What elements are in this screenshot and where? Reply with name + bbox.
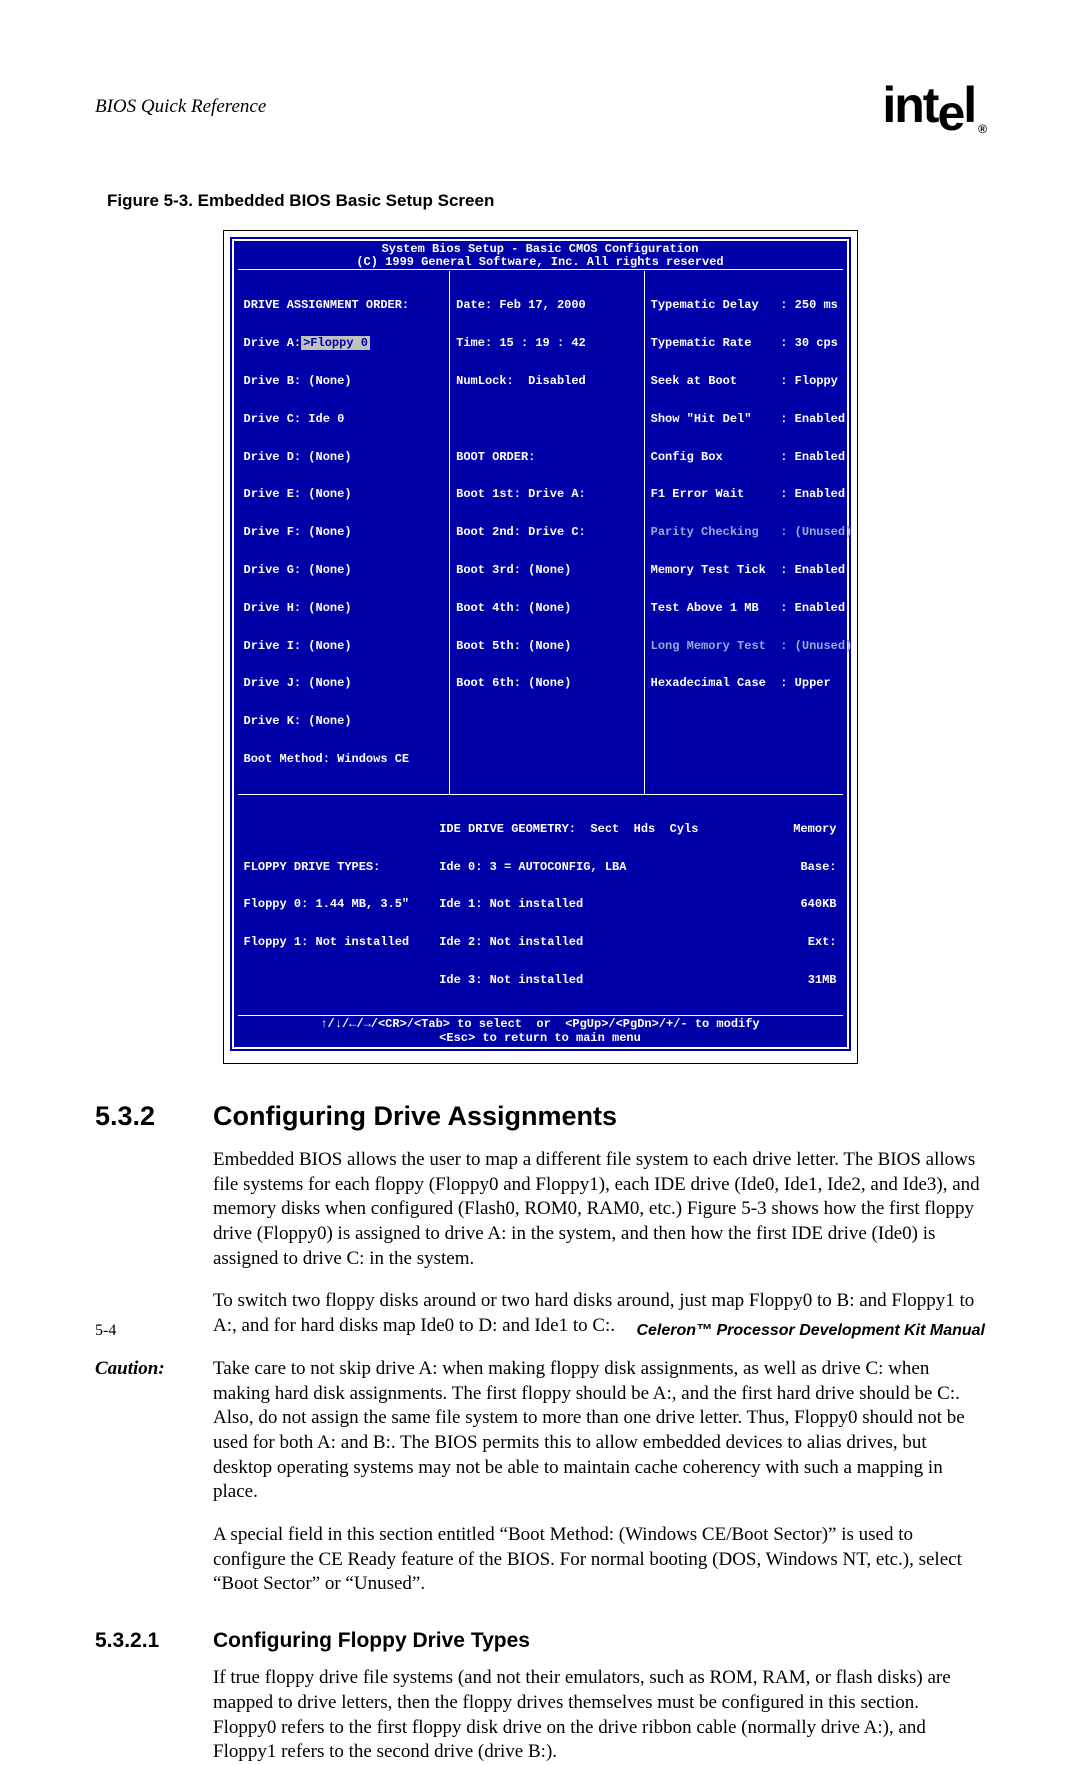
memory-summary: Memory Base: 640KB Ext: 31MB — [698, 798, 836, 1012]
typematic-delay[interactable]: Typematic Delay : 250 ms — [651, 299, 853, 312]
boot-3rd[interactable]: Boot 3rd: (None) — [456, 564, 638, 577]
bios-col-date-boot: Date: Feb 17, 2000 Time: 15 : 19 : 42 Nu… — [449, 271, 644, 793]
section-heading: 5.3.2Configuring Drive Assignments — [95, 1099, 985, 1134]
drive-f[interactable]: Drive F: (None) — [244, 526, 444, 539]
bios-help-line-2: <Esc> to return to main menu — [238, 1032, 843, 1045]
memory-base-value: 640KB — [698, 898, 836, 911]
subsection-title: Configuring Floppy Drive Types — [213, 1629, 530, 1652]
boot-6th[interactable]: Boot 6th: (None) — [456, 677, 638, 690]
subsection-number: 5.3.2.1 — [95, 1627, 213, 1654]
drive-order-heading: DRIVE ASSIGNMENT ORDER: — [244, 299, 444, 312]
drive-j[interactable]: Drive J: (None) — [244, 677, 444, 690]
subsection-para-1: If true floppy drive file systems (and n… — [213, 1666, 985, 1765]
drive-k[interactable]: Drive K: (None) — [244, 715, 444, 728]
memory-ext-label: Ext: — [698, 936, 836, 949]
bios-col-drives: DRIVE ASSIGNMENT ORDER: Drive A:>Floppy … — [238, 271, 450, 793]
bios-figure-frame: System Bios Setup - Basic CMOS Configura… — [223, 230, 858, 1064]
running-header: BIOS Quick Reference intel® — [95, 80, 985, 135]
bios-bottom-row: FLOPPY DRIVE TYPES: Floppy 0: 1.44 MB, 3… — [238, 794, 843, 1015]
bios-numlock[interactable]: NumLock: Disabled — [456, 375, 638, 388]
f1-error-wait[interactable]: F1 Error Wait : Enabled — [651, 488, 853, 501]
bios-copyright: (C) 1999 General Software, Inc. All righ… — [238, 256, 843, 269]
memory-base-label: Base: — [698, 861, 836, 874]
hex-case[interactable]: Hexadecimal Case : Upper — [651, 677, 853, 690]
section-para-1: Embedded BIOS allows the user to map a d… — [213, 1148, 985, 1271]
page-number: 5-4 — [95, 1321, 116, 1342]
floppy-types: FLOPPY DRIVE TYPES: Floppy 0: 1.44 MB, 3… — [244, 798, 440, 1012]
after-caution-para: A special field in this section entitled… — [213, 1523, 985, 1597]
bios-screen: System Bios Setup - Basic CMOS Configura… — [232, 239, 849, 1049]
ide-0[interactable]: Ide 0: 3 = AUTOCONFIG, LBA — [439, 861, 698, 874]
drive-e[interactable]: Drive E: (None) — [244, 488, 444, 501]
boot-order-heading: BOOT ORDER: — [456, 451, 638, 464]
boot-2nd[interactable]: Boot 2nd: Drive C: — [456, 526, 638, 539]
after-caution-body: A special field in this section entitled… — [213, 1523, 985, 1597]
long-memory-test[interactable]: Long Memory Test : (Unused) — [651, 640, 853, 653]
caution-block: Caution: Take care to not skip drive A: … — [95, 1357, 985, 1505]
test-above-1mb[interactable]: Test Above 1 MB : Enabled — [651, 602, 853, 615]
floppy-heading: FLOPPY DRIVE TYPES: — [244, 861, 440, 874]
drive-h[interactable]: Drive H: (None) — [244, 602, 444, 615]
ide-3[interactable]: Ide 3: Not installed — [439, 974, 698, 987]
drive-a-selection[interactable]: >Floppy 0 — [301, 336, 370, 350]
manual-title: Celeron™ Processor Development Kit Manua… — [636, 1321, 985, 1342]
ide-2[interactable]: Ide 2: Not installed — [439, 936, 698, 949]
typematic-rate[interactable]: Typematic Rate : 30 cps — [651, 337, 853, 350]
ide-geometry: IDE DRIVE GEOMETRY: Sect Hds Cyls Ide 0:… — [439, 798, 698, 1012]
section-number: 5.3.2 — [95, 1099, 213, 1134]
page-footer: 5-4 Celeron™ Processor Development Kit M… — [95, 1321, 985, 1342]
floppy-1[interactable]: Floppy 1: Not installed — [244, 936, 440, 949]
bios-columns: DRIVE ASSIGNMENT ORDER: Drive A:>Floppy … — [238, 271, 843, 793]
show-hit-del[interactable]: Show "Hit Del" : Enabled — [651, 413, 853, 426]
boot-5th[interactable]: Boot 5th: (None) — [456, 640, 638, 653]
section-title: Configuring Drive Assignments — [213, 1101, 617, 1131]
ide-1[interactable]: Ide 1: Not installed — [439, 898, 698, 911]
parity-checking[interactable]: Parity Checking : (Unused) — [651, 526, 853, 539]
seek-at-boot[interactable]: Seek at Boot : Floppy — [651, 375, 853, 388]
boot-1st[interactable]: Boot 1st: Drive A: — [456, 488, 638, 501]
ide-heading: IDE DRIVE GEOMETRY: Sect Hds Cyls — [439, 823, 698, 836]
bios-help-line-1: ↑/↓/←/→/<CR>/<Tab> to select or <PgUp>/<… — [238, 1015, 843, 1033]
drive-b[interactable]: Drive B: (None) — [244, 375, 444, 388]
bios-title: System Bios Setup - Basic CMOS Configura… — [238, 243, 843, 256]
drive-g[interactable]: Drive G: (None) — [244, 564, 444, 577]
drive-d[interactable]: Drive D: (None) — [244, 451, 444, 464]
page: BIOS Quick Reference intel® Figure 5-3. … — [0, 0, 1080, 1397]
drive-c[interactable]: Drive C: Ide 0 — [244, 413, 444, 426]
running-title: BIOS Quick Reference — [95, 95, 266, 120]
boot-method[interactable]: Boot Method: Windows CE — [244, 753, 444, 766]
bios-time[interactable]: Time: 15 : 19 : 42 — [456, 337, 638, 350]
intel-logo: intel® — [882, 80, 985, 135]
bios-date[interactable]: Date: Feb 17, 2000 — [456, 299, 638, 312]
caution-label: Caution: — [95, 1357, 213, 1505]
bios-divider — [238, 269, 843, 270]
drive-a[interactable]: Drive A:>Floppy 0 — [244, 337, 444, 350]
figure-caption: Figure 5-3. Embedded BIOS Basic Setup Sc… — [107, 190, 985, 212]
drive-i[interactable]: Drive I: (None) — [244, 640, 444, 653]
subsection-heading: 5.3.2.1Configuring Floppy Drive Types — [95, 1627, 985, 1654]
config-box[interactable]: Config Box : Enabled — [651, 451, 853, 464]
caution-text: Take care to not skip drive A: when maki… — [213, 1357, 985, 1505]
subsection-body: If true floppy drive file systems (and n… — [213, 1666, 985, 1765]
memory-ext-value: 31MB — [698, 974, 836, 987]
memory-test-tick[interactable]: Memory Test Tick : Enabled — [651, 564, 853, 577]
boot-4th[interactable]: Boot 4th: (None) — [456, 602, 638, 615]
section-body: Embedded BIOS allows the user to map a d… — [213, 1148, 985, 1339]
memory-label: Memory — [698, 823, 836, 836]
bios-col-settings: Typematic Delay : 250 ms Typematic Rate … — [644, 271, 859, 793]
floppy-0[interactable]: Floppy 0: 1.44 MB, 3.5" — [244, 898, 440, 911]
